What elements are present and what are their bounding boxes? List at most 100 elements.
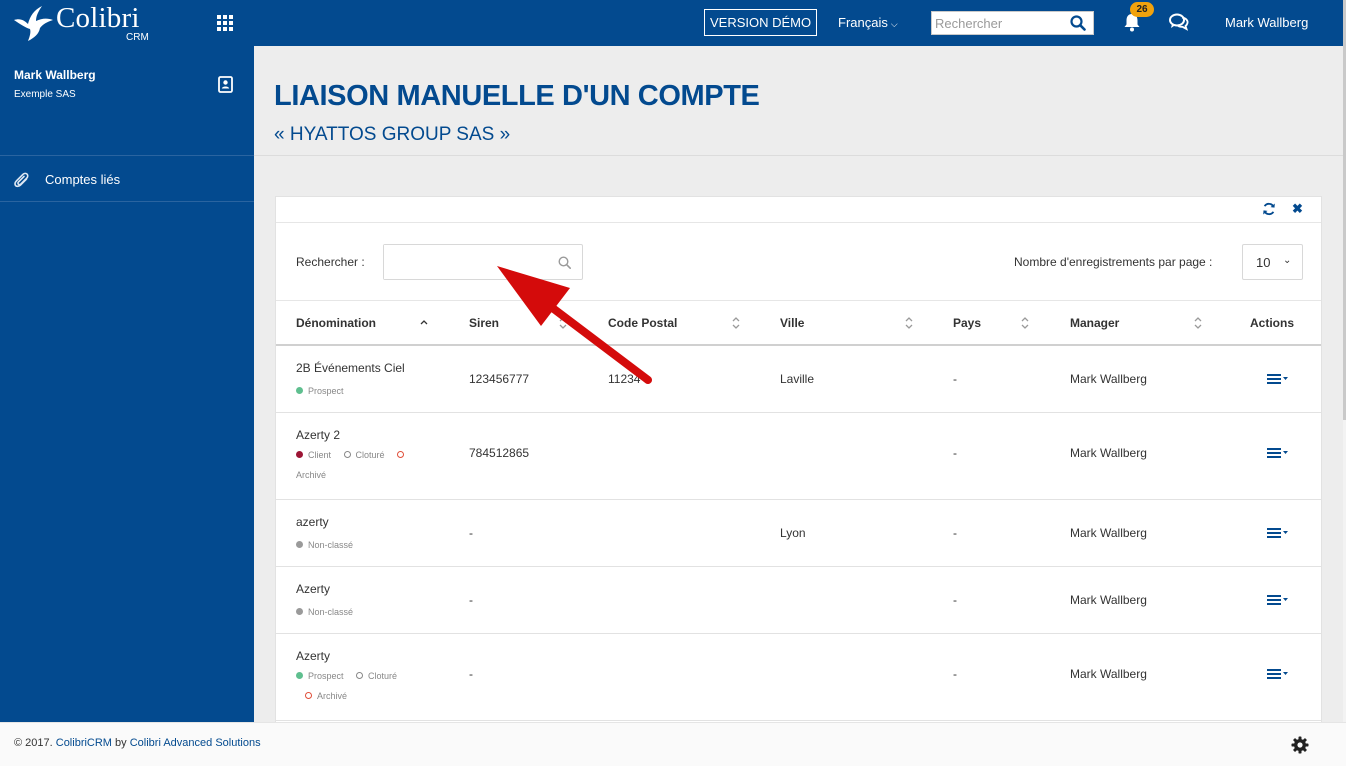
apps-grid-icon[interactable] [217,15,233,31]
notification-badge: 26 [1130,2,1154,17]
gear-icon[interactable] [1291,736,1309,754]
pays-cell: - [953,526,957,540]
siren-cell: - [469,526,473,540]
column-header-manager[interactable]: Manager [1070,316,1119,330]
actions-menu-icon[interactable] [1266,668,1290,680]
refresh-icon[interactable] [1262,202,1276,216]
table-search [383,244,583,280]
contact-card-icon[interactable] [218,76,233,93]
filter-divider [276,300,1321,301]
account-name[interactable]: azerty [296,515,329,529]
table-row[interactable]: azerty Non-classé - Lyon - Mark Wallberg [276,500,1321,567]
sidebar-user-name: Mark Wallberg [14,68,96,82]
footer-text: © 2017. ColibriCRM by Colibri Advanced S… [14,737,261,749]
manager-cell: Mark Wallberg [1070,526,1147,540]
siren-cell: - [469,667,473,681]
top-user-menu[interactable]: Mark Wallberg [1225,15,1308,30]
chat-icon[interactable] [1169,13,1189,31]
sort-icon[interactable] [731,316,741,330]
table-row[interactable]: 2B Événements Ciel Prospect 123456777 11… [276,346,1321,413]
siren-cell: 123456777 [469,372,530,386]
actions-menu-icon[interactable] [1266,373,1290,385]
header-divider [254,155,1343,156]
status-list: Non-classé [296,540,363,550]
status-client: Client [296,450,331,460]
table-row[interactable]: Azerty Prospect Cloturé Archivé - - Mark… [276,634,1321,721]
hummingbird-icon [14,6,53,41]
table-search-label: Rechercher : [296,255,365,269]
sort-icon[interactable] [904,316,914,330]
status-prospect: Prospect [296,386,344,396]
chevron-down-icon: ⌵ [890,19,898,29]
sidebar-item-comptes-lies[interactable]: Comptes liés [0,156,254,201]
sidebar-item-label: Comptes liés [45,172,121,187]
sort-ascending-icon[interactable] [419,316,429,330]
logo-sub: CRM [126,32,149,43]
sidebar-company: Exemple SAS [14,89,76,100]
column-header-siren[interactable]: Siren [469,316,499,330]
pays-cell: - [953,667,957,681]
status-list: Prospect [296,386,354,396]
logo-name: Colibri [56,2,140,34]
sidebar: Mark Wallberg Exemple SAS Comptes liés [0,46,254,722]
per-page-select[interactable]: 10 ⌄ [1242,244,1303,280]
pays-cell: - [953,446,957,460]
manager-cell: Mark Wallberg [1070,446,1147,460]
manager-cell: Mark Wallberg [1070,667,1147,681]
pays-cell: - [953,372,957,386]
account-name[interactable]: 2B Événements Ciel [296,361,405,375]
siren-cell: - [469,593,473,607]
panel-toolbar: ✖ [276,197,1321,223]
column-header-pays[interactable]: Pays [953,316,981,330]
account-name[interactable]: Azerty [296,649,330,663]
per-page-label: Nombre d'enregistrements par page : [1014,255,1213,269]
close-icon[interactable]: ✖ [1292,201,1303,217]
accounts-panel: ✖ Rechercher : Nombre d'enregistrements … [275,196,1322,736]
top-search [931,11,1094,35]
footer: © 2017. ColibriCRM by Colibri Advanced S… [0,722,1346,766]
manager-cell: Mark Wallberg [1070,593,1147,607]
sort-icon[interactable] [1193,316,1203,330]
column-header-actions: Actions [1250,316,1295,330]
page-title: LIAISON MANUELLE D'UN COMPTE [274,80,760,112]
manager-cell: Mark Wallberg [1070,372,1147,386]
paperclip-icon [14,172,29,188]
status-cloture: Cloturé [356,671,397,681]
status-non-classe: Non-classé [296,607,353,617]
status-prospect: Prospect [296,671,344,681]
status-list: Client Cloturé [296,450,419,460]
sort-icon[interactable] [1020,316,1030,330]
colibri-advanced-solutions-link[interactable]: Colibri Advanced Solutions [130,737,261,749]
table-row[interactable]: Azerty Non-classé - - Mark Wallberg [276,567,1321,634]
column-header-code-postal[interactable]: Code Postal [608,316,677,330]
actions-menu-icon[interactable] [1266,447,1290,459]
pays-cell: - [953,593,957,607]
page-subtitle: « HYATTOS GROUP SAS » [274,124,511,145]
status-list: Prospect Cloturé [296,671,407,681]
table-row[interactable]: Azerty 2 Client Cloturé Archivé 78451286… [276,413,1321,500]
top-navbar: Colibri CRM VERSION DÉMO Français⌵ 26 Ma… [0,0,1343,46]
status-list: Non-classé [296,607,363,617]
sidebar-divider [0,201,254,202]
ville-cell: Lyon [780,526,806,540]
actions-menu-icon[interactable] [1266,527,1290,539]
ville-cell: Laville [780,372,815,386]
demo-version-button[interactable]: VERSION DÉMO [704,9,818,36]
siren-cell: 784512865 [469,446,530,460]
search-icon[interactable] [558,256,571,269]
top-search-input[interactable] [932,12,1068,34]
logo[interactable]: Colibri CRM [12,2,162,44]
table-search-input[interactable] [384,245,552,279]
language-dropdown[interactable]: Français ⌵ [838,15,898,30]
code-postal-cell: 11234 [608,372,641,386]
sort-icon[interactable] [558,316,568,330]
status-archive: Archivé [296,470,327,480]
search-icon[interactable] [1070,15,1086,31]
status-archive-marker [397,450,409,460]
account-name[interactable]: Azerty [296,582,330,596]
actions-menu-icon[interactable] [1266,594,1290,606]
column-header-denomination[interactable]: Dénomination [296,316,376,330]
colibricrm-link[interactable]: ColibriCRM [56,737,112,749]
account-name[interactable]: Azerty 2 [296,428,340,442]
column-header-ville[interactable]: Ville [780,316,804,330]
